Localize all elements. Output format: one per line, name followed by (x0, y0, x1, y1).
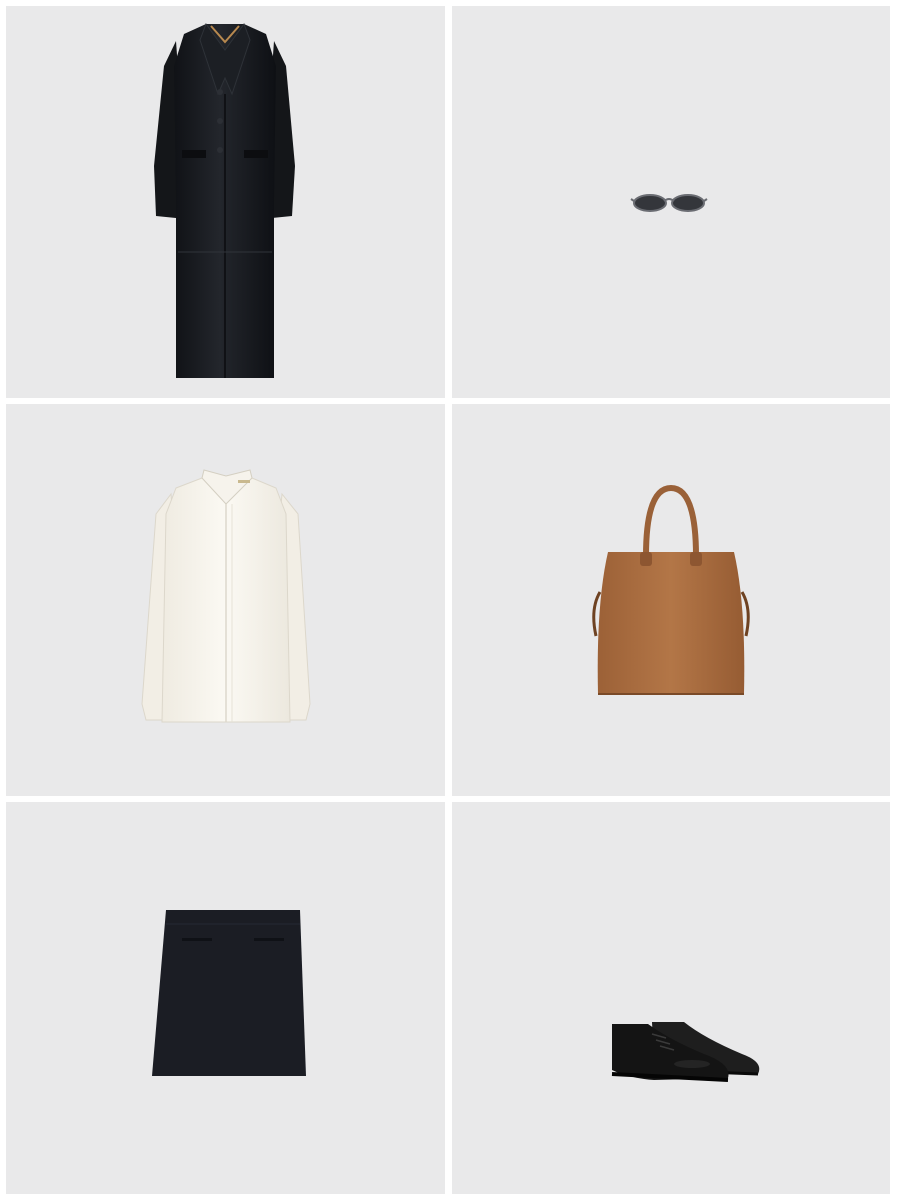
suede-tote-image (592, 484, 750, 695)
sunglasses-image (630, 194, 708, 212)
leather-coat-image (154, 22, 295, 378)
tile-white-shirt[interactable] (6, 404, 445, 796)
tile-mini-skirt[interactable] (6, 802, 445, 1194)
tile-sunglasses[interactable] (452, 6, 890, 398)
mini-skirt-image (152, 910, 306, 1076)
white-shirt-image (141, 469, 311, 723)
tile-leather-coat[interactable] (6, 6, 445, 398)
tile-oxford-shoes[interactable] (452, 802, 890, 1194)
oxford-shoes-image (611, 1022, 760, 1082)
tile-suede-tote[interactable] (452, 404, 890, 796)
